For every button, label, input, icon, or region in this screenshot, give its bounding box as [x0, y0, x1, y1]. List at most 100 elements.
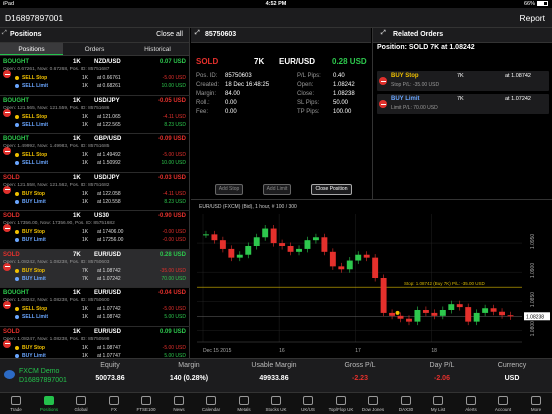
detail-field-value: 1.08242 [333, 82, 355, 88]
tab-top-flop-uk[interactable]: Top/Flop UK [328, 393, 354, 414]
positions-panel: ⤢ Positions Close all Positions Orders H… [0, 28, 190, 358]
position-side: BOUGHT [3, 136, 29, 142]
attached-order[interactable]: SELL Limit 1K at 0.68261 10.00 USD [15, 83, 186, 90]
position-side: SOLD [3, 251, 20, 258]
candle-body [499, 311, 506, 316]
candle-body [304, 240, 311, 249]
related-order-row[interactable]: BUY Stop 7K at 1.08742 Stop P/L: -35.00 … [377, 71, 549, 91]
expand-icon[interactable]: ⤢ [195, 30, 200, 37]
attached-order[interactable]: BUY Limit 1K at 17256.00 -0.00 USD [15, 237, 186, 244]
position-side: SOLD [3, 328, 20, 335]
position-row[interactable]: SOLD 1K US30 -0.90 USD Open: 17356.00, N… [0, 211, 190, 250]
position-pl: 0.09 USD [159, 328, 186, 335]
position-row[interactable]: BOUGHT 1K EUR/USD -0.04 USD Open: 1.0824… [0, 288, 190, 327]
order-qty: 1K [82, 75, 89, 81]
order-qty: 7K [457, 73, 464, 79]
close-position-button[interactable]: Close Position [311, 184, 352, 195]
tab-label: More [530, 407, 542, 412]
candle-body [262, 228, 269, 238]
metric-label: Gross P/L [344, 362, 376, 369]
attached-order[interactable]: BUY Stop 1K at 122.058 -4.11 USD [15, 191, 186, 198]
related-order-row[interactable]: BUY Limit 7K at 1.07242 Limit P/L: 70.00… [377, 94, 549, 114]
tab-historical[interactable]: Historical [126, 43, 189, 55]
candle-body [279, 243, 286, 246]
order-price: at 17406.00 [97, 229, 124, 235]
tab-global[interactable]: Global [68, 393, 94, 414]
attached-order[interactable]: SELL Limit 1K at 122.565 8.23 USD [15, 122, 186, 129]
attached-order[interactable]: SELL Stop 1K at 1.07742 -5.00 USD [15, 306, 186, 313]
expand-icon[interactable]: ⤢ [381, 30, 386, 37]
metric-value: -2.23 [352, 375, 368, 382]
candle-body [482, 308, 489, 313]
order-pl: -0.00 USD [162, 229, 186, 235]
order-type-icon [15, 84, 19, 88]
position-row[interactable]: BOUGHT 1K USD/JPY -0.05 USD Open: 121.56… [0, 96, 190, 134]
candle-body [219, 240, 226, 249]
delete-order-icon[interactable] [379, 100, 387, 108]
order-price: at 1.08742 [505, 73, 531, 79]
position-pl: 0.28 USD [159, 251, 186, 258]
tab-account[interactable]: Account [490, 393, 516, 414]
position-row[interactable]: SOLD 1K USD/JPY -0.03 USD Open: 121.558,… [0, 173, 190, 211]
tab-orders[interactable]: Orders [63, 43, 126, 55]
order-type-icon [15, 122, 19, 127]
attached-order[interactable]: SELL Stop 1K at 1.49492 -5.00 USD [15, 152, 186, 159]
tab-stocks-uk[interactable]: Stocks UK [263, 393, 289, 414]
tab-uk-us[interactable]: UK/US [295, 393, 321, 414]
order-pl: -5.00 USD [162, 75, 186, 81]
position-row[interactable]: SOLD 7K EUR/USD 0.28 USD Open: 1.08242, … [0, 249, 190, 288]
add-limit-button[interactable]: Add Limit [263, 184, 291, 195]
tab-more[interactable]: More [523, 393, 549, 414]
attached-order[interactable]: SELL Limit 1K at 1.50992 10.00 USD [15, 160, 186, 167]
attached-order[interactable]: BUY Stop 1K at 17406.00 -0.00 USD [15, 229, 186, 236]
order-qty: 1K [82, 344, 89, 351]
order-type-icon [15, 114, 19, 119]
order-price: at 121.065 [97, 113, 121, 120]
tab-metals[interactable]: Metals [231, 393, 257, 414]
position-side: SOLD [3, 174, 20, 181]
attached-order[interactable]: SELL Limit 1K at 1.08742 5.00 USD [15, 314, 186, 321]
order-price: at 120.558 [97, 198, 121, 205]
tab-dax30[interactable]: DAX30 [393, 393, 419, 414]
order-pl: 70.00 USD [161, 275, 186, 282]
tab-fx[interactable]: FX [101, 393, 127, 414]
stop-line-label: Stop: 1.08742 (Buy 7K) P/L: -35.00 USD [404, 281, 486, 286]
order-price: at 17256.00 [97, 237, 124, 243]
position-row[interactable]: BOUGHT 1K GBP/USD -0.09 USD Open: 1.4999… [0, 134, 190, 173]
attached-order[interactable]: BUY Limit 7K at 1.07242 70.00 USD [15, 276, 186, 283]
order-type-icon [15, 268, 19, 273]
tab-my-list[interactable]: My List [425, 393, 451, 414]
attached-order[interactable]: BUY Stop 7K at 1.08742 -35.00 USD [15, 268, 186, 275]
close-all-button[interactable]: Close all [156, 31, 183, 38]
current-price-label: 1.08238 [526, 314, 544, 320]
position-row[interactable]: SOLD 1K EUR/USD 0.09 USD Open: 1.08247, … [0, 327, 190, 358]
candle-body [338, 266, 345, 270]
tab-positions[interactable]: Positions [36, 393, 62, 414]
detail-side: SOLD [196, 57, 219, 66]
account-id: D16897897001 [19, 377, 67, 384]
tab-calendar[interactable]: Calendar [198, 393, 224, 414]
tab-positions[interactable]: Positions [0, 43, 63, 55]
order-qty: 1K [82, 160, 89, 166]
tab-dow-jones[interactable]: Dow Jones [360, 393, 386, 414]
price-chart[interactable]: 1.0950 1.0900 1.0850 1.0800 1.08238 Stop: 1.0… [191, 199, 552, 358]
status-bar: iPad 4:52 PM 66% [0, 0, 552, 8]
add-stop-button[interactable]: Add Stop [215, 184, 243, 195]
attached-order[interactable]: SELL Stop 1K at 0.66761 -5.00 USD [15, 75, 186, 82]
attached-order[interactable]: BUY Stop 1K at 1.08747 -5.00 USD [15, 345, 186, 352]
attached-order[interactable]: BUY Limit 1K at 120.558 8.23 USD [15, 199, 186, 206]
tab-trade[interactable]: Trade [3, 393, 29, 414]
position-row[interactable]: BOUGHT 1K NZD/USD 0.07 USD Open: 0.67261… [0, 57, 190, 96]
tab-ftse100[interactable]: FTSE100 [133, 393, 159, 414]
report-button[interactable]: Report [519, 13, 545, 23]
position-info: Open: 1.08247, Now: 1.08238, Pos. ID: 85… [3, 336, 110, 342]
expand-icon[interactable]: ⤢ [2, 30, 7, 37]
account-metric: Margin 140 (0.28%) [147, 362, 231, 382]
delete-order-icon[interactable] [379, 77, 387, 85]
attached-order[interactable]: SELL Stop 1K at 121.065 -4.11 USD [15, 114, 186, 121]
related-header: ⤢ Related Orders [373, 28, 552, 43]
tab-alerts[interactable]: Alerts [458, 393, 484, 414]
calendar-icon [206, 396, 216, 405]
position-qty: 1K [73, 213, 81, 219]
tab-news[interactable]: News [166, 393, 192, 414]
